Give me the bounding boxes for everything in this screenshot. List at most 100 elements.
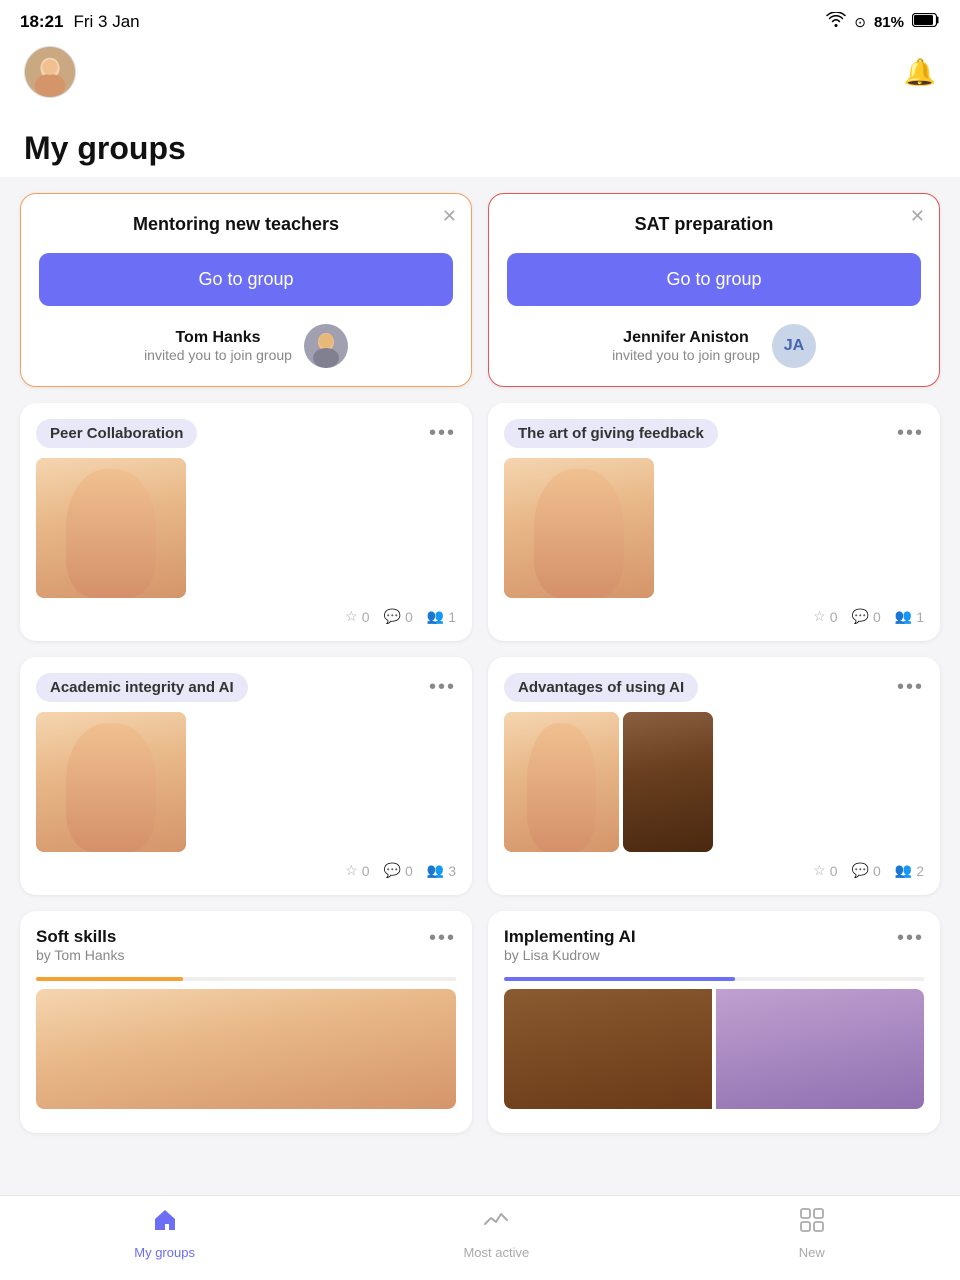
nav-my-groups-label: My groups bbox=[134, 1245, 195, 1260]
page-title: My groups bbox=[24, 130, 936, 167]
more-options-academic-ai[interactable]: ••• bbox=[429, 676, 456, 699]
star-icon: ☆ bbox=[813, 862, 826, 879]
group-img-art-feedback bbox=[504, 458, 654, 598]
grid-icon bbox=[798, 1206, 826, 1241]
group-img-academic-ai bbox=[36, 712, 186, 852]
nav-most-active-label: Most active bbox=[463, 1245, 529, 1260]
group-stats-advantages-ai: ☆ 0 💬 0 👥 2 bbox=[504, 862, 924, 879]
group-card-advantages-ai-header: Advantages of using AI ••• bbox=[504, 673, 924, 702]
invite-card-sat: ✕ SAT preparation Go to group Jennifer A… bbox=[488, 193, 940, 387]
invite-info-sat: Jennifer Aniston invited you to join gro… bbox=[507, 324, 921, 368]
main-content: ✕ Mentoring new teachers Go to group Tom… bbox=[0, 177, 960, 1165]
bottom-card-title-implementing-ai: Implementing AI bbox=[504, 927, 636, 947]
more-options-art-feedback[interactable]: ••• bbox=[897, 422, 924, 445]
close-sat-button[interactable]: ✕ bbox=[910, 206, 925, 227]
bottom-card-implementing-ai: Implementing AI by Lisa Kudrow ••• bbox=[488, 911, 940, 1133]
go-to-group-button-mentoring[interactable]: Go to group bbox=[39, 253, 453, 306]
group-img-peer-collab bbox=[36, 458, 186, 598]
more-options-soft-skills[interactable]: ••• bbox=[429, 927, 456, 950]
stat-comments-academic-ai: 💬 0 bbox=[384, 862, 413, 879]
inviter-sub-sat: invited you to join group bbox=[612, 347, 760, 363]
location-icon: ⊙ bbox=[854, 14, 866, 31]
members-icon: 👥 bbox=[427, 862, 444, 879]
star-icon: ☆ bbox=[345, 608, 358, 625]
bottom-nav: My groups Most active New bbox=[0, 1195, 960, 1280]
group-card-advantages-ai: Advantages of using AI ••• ☆ 0 💬 0 bbox=[488, 657, 940, 895]
close-mentoring-button[interactable]: ✕ bbox=[442, 206, 457, 227]
group-card-academic-ai-header: Academic integrity and AI ••• bbox=[36, 673, 456, 702]
group-tag-academic-ai: Academic integrity and AI bbox=[36, 673, 248, 702]
status-time: 18:21 bbox=[20, 12, 63, 32]
bottom-card-by-soft-skills: by Tom Hanks bbox=[36, 947, 124, 963]
notification-bell-icon[interactable]: 🔔 bbox=[904, 57, 936, 88]
inviter-name-sat: Jennifer Aniston bbox=[612, 329, 760, 347]
nav-new[interactable]: New bbox=[798, 1206, 826, 1260]
star-icon: ☆ bbox=[345, 862, 358, 879]
stat-stars-academic-ai: ☆ 0 bbox=[345, 862, 369, 879]
comment-icon: 💬 bbox=[384, 862, 401, 879]
group-card-art-feedback: The art of giving feedback ••• ☆ 0 💬 0 bbox=[488, 403, 940, 641]
bottom-card-images-soft-skills bbox=[36, 989, 456, 1109]
chart-icon bbox=[482, 1206, 510, 1241]
battery-text: 81% bbox=[874, 14, 904, 31]
nav-my-groups[interactable]: My groups bbox=[134, 1206, 195, 1260]
bottom-card-by-implementing-ai: by Lisa Kudrow bbox=[504, 947, 636, 963]
stat-stars-art-feedback: ☆ 0 bbox=[813, 608, 837, 625]
implementing-ai-img-2 bbox=[716, 989, 924, 1109]
go-to-group-button-sat[interactable]: Go to group bbox=[507, 253, 921, 306]
stat-comments-art-feedback: 💬 0 bbox=[852, 608, 881, 625]
invite-info-mentoring: Tom Hanks invited you to join group bbox=[39, 324, 453, 368]
stat-members-art-feedback: 👥 1 bbox=[895, 608, 924, 625]
stat-comments-advantages-ai: 💬 0 bbox=[852, 862, 881, 879]
stat-stars-advantages-ai: ☆ 0 bbox=[813, 862, 837, 879]
group-images-art-feedback bbox=[504, 458, 924, 598]
status-bar: 18:21 Fri 3 Jan ⊙ 81% bbox=[0, 0, 960, 38]
bottom-card-soft-skills: Soft skills by Tom Hanks ••• bbox=[20, 911, 472, 1133]
members-icon: 👥 bbox=[895, 608, 912, 625]
members-icon: 👥 bbox=[427, 608, 444, 625]
group-card-peer-collab: Peer Collaboration ••• ☆ 0 💬 0 👥 bbox=[20, 403, 472, 641]
group-tag-advantages-ai: Advantages of using AI bbox=[504, 673, 698, 702]
comment-icon: 💬 bbox=[852, 608, 869, 625]
invite-card-title-sat: SAT preparation bbox=[507, 214, 921, 235]
wifi-icon bbox=[826, 12, 846, 32]
more-options-implementing-ai[interactable]: ••• bbox=[897, 927, 924, 950]
progress-bar-implementing-ai bbox=[504, 977, 924, 981]
bottom-cards-row: Soft skills by Tom Hanks ••• Implementin… bbox=[20, 911, 940, 1133]
group-cards-row-1: Peer Collaboration ••• ☆ 0 💬 0 👥 bbox=[20, 403, 940, 641]
more-options-peer-collab[interactable]: ••• bbox=[429, 422, 456, 445]
group-tag-peer-collab: Peer Collaboration bbox=[36, 419, 197, 448]
group-card-art-feedback-header: The art of giving feedback ••• bbox=[504, 419, 924, 448]
group-tag-art-feedback: The art of giving feedback bbox=[504, 419, 718, 448]
bottom-card-images-implementing-ai bbox=[504, 989, 924, 1109]
nav-new-label: New bbox=[799, 1245, 825, 1260]
bottom-card-soft-skills-header: Soft skills by Tom Hanks ••• bbox=[36, 927, 456, 973]
nav-most-active[interactable]: Most active bbox=[463, 1206, 529, 1260]
group-card-peer-collab-header: Peer Collaboration ••• bbox=[36, 419, 456, 448]
stat-members-peer-collab: 👥 1 bbox=[427, 608, 456, 625]
inviter-sub-mentoring: invited you to join group bbox=[144, 347, 292, 363]
comment-icon: 💬 bbox=[852, 862, 869, 879]
group-images-advantages-ai bbox=[504, 712, 924, 852]
more-options-advantages-ai[interactable]: ••• bbox=[897, 676, 924, 699]
inviter-name-mentoring: Tom Hanks bbox=[144, 329, 292, 347]
stat-comments-peer-collab: 💬 0 bbox=[384, 608, 413, 625]
page-header: My groups bbox=[0, 110, 960, 177]
inviter-avatar-sat: JA bbox=[772, 324, 816, 368]
stat-members-advantages-ai: 👥 2 bbox=[895, 862, 924, 879]
user-avatar[interactable] bbox=[24, 46, 76, 98]
top-bar: 🔔 bbox=[0, 38, 960, 110]
invite-card-mentoring: ✕ Mentoring new teachers Go to group Tom… bbox=[20, 193, 472, 387]
inviter-avatar-mentoring bbox=[304, 324, 348, 368]
star-icon: ☆ bbox=[813, 608, 826, 625]
group-img-advantages-ai-2 bbox=[623, 712, 713, 852]
home-icon bbox=[151, 1206, 179, 1241]
status-icons: ⊙ 81% bbox=[826, 12, 940, 32]
members-icon: 👥 bbox=[895, 862, 912, 879]
invite-card-title-mentoring: Mentoring new teachers bbox=[39, 214, 453, 235]
bottom-card-implementing-ai-header: Implementing AI by Lisa Kudrow ••• bbox=[504, 927, 924, 973]
inviter-initials-sat: JA bbox=[784, 337, 804, 355]
group-img-advantages-ai-1 bbox=[504, 712, 619, 852]
group-stats-academic-ai: ☆ 0 💬 0 👥 3 bbox=[36, 862, 456, 879]
implementing-ai-img-1 bbox=[504, 989, 712, 1109]
